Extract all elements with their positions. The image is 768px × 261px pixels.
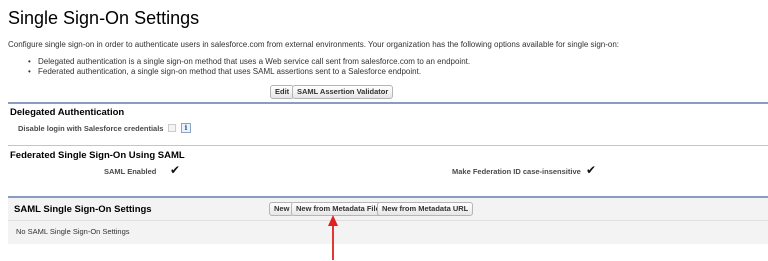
list-item: Delegated authentication is a single sig…	[28, 57, 470, 67]
section-divider	[8, 102, 768, 104]
delegated-auth-title: Delegated Authentication	[10, 107, 125, 118]
arrow-head	[328, 215, 338, 226]
saml-enabled-check-icon: ✔	[170, 163, 181, 177]
red-arrow-icon	[328, 215, 338, 260]
saml-settings-title: SAML Single Sign-On Settings	[14, 204, 152, 215]
list-item: Federated authentication, a single sign-…	[28, 67, 470, 77]
disable-login-label: Disable login with Salesforce credential…	[18, 124, 164, 133]
new-from-metadata-url-button[interactable]: New from Metadata URL	[377, 202, 474, 216]
disable-login-checkbox[interactable]	[168, 124, 176, 132]
empty-list-message: No SAML Single Sign-On Settings	[16, 227, 130, 236]
federated-sso-title: Federated Single Sign-On Using SAML	[10, 150, 185, 161]
saml-assertion-validator-button[interactable]: SAML Assertion Validator	[292, 85, 394, 99]
section-divider	[8, 145, 768, 146]
page-title: Single Sign-On Settings	[8, 8, 200, 28]
page-description: Configure single sign-on in order to aut…	[8, 40, 620, 49]
row-divider	[8, 220, 768, 221]
sso-options-list: Delegated authentication is a single sig…	[28, 57, 470, 77]
info-icon[interactable]: i	[181, 123, 191, 133]
case-insensitive-label: Make Federation ID case-insensitive	[452, 167, 581, 176]
edit-button[interactable]: Edit	[270, 85, 295, 99]
case-insensitive-check-icon: ✔	[586, 163, 597, 177]
saml-enabled-label: SAML Enabled	[104, 167, 157, 176]
